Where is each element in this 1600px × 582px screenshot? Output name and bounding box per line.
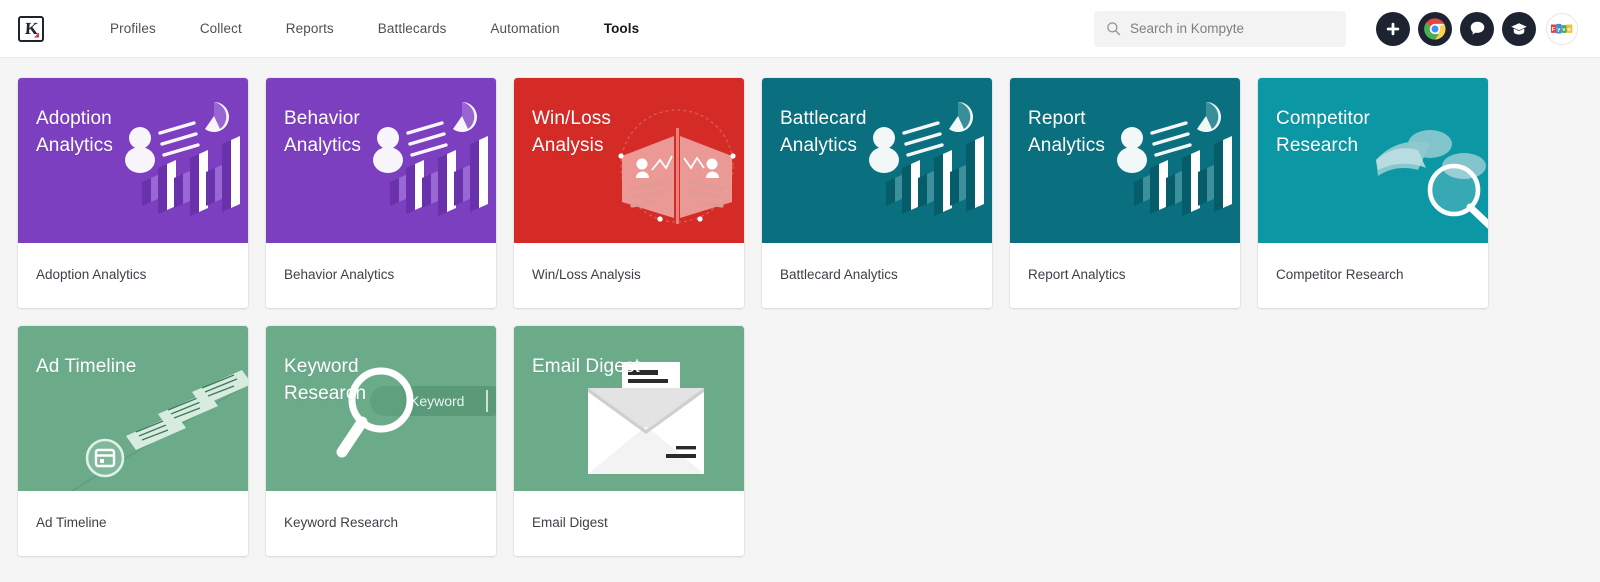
research-illustration: [1258, 78, 1488, 243]
chrome-extension-button[interactable]: [1418, 12, 1452, 46]
tool-card[interactable]: Battlecard Analytics Battlecard Analytics: [762, 78, 992, 308]
analytics-illustration: [266, 78, 496, 243]
svg-text:F: F: [1552, 27, 1556, 33]
global-search[interactable]: [1094, 11, 1346, 47]
tool-card-caption: Competitor Research: [1258, 243, 1488, 308]
tool-card[interactable]: Adoption Analytics Adoption Analytics: [18, 78, 248, 308]
kompyte-logo[interactable]: K: [18, 16, 44, 42]
nav-item-automation[interactable]: Automation: [468, 15, 581, 42]
tool-card-title: Competitor Research: [1276, 106, 1370, 160]
tool-card-title: Battlecard Analytics: [780, 106, 867, 160]
tool-card-caption: Keyword Research: [266, 491, 496, 556]
nav-item-profiles[interactable]: Profiles: [88, 15, 178, 42]
chat-button[interactable]: [1460, 12, 1494, 46]
tool-card-art: Email Digest: [514, 326, 744, 491]
tools-page: Adoption Analytics Adoption Analytics: [0, 58, 1600, 556]
tool-card[interactable]: Competitor Research Competitor Research: [1258, 78, 1488, 308]
tool-card-art: Adoption Analytics: [18, 78, 248, 243]
tool-card[interactable]: Email Digest Email Digest: [514, 326, 744, 556]
keyword-chip-text: Keyword: [410, 393, 464, 409]
keyword-illustration: Keyword: [266, 326, 496, 491]
nav-item-battlecards[interactable]: Battlecards: [356, 15, 469, 42]
tool-card-caption: Battlecard Analytics: [762, 243, 992, 308]
winloss-illustration: [514, 78, 744, 243]
analytics-illustration: [1010, 78, 1240, 243]
tool-card-title: Keyword Research: [284, 354, 366, 408]
tools-card-grid: Adoption Analytics Adoption Analytics: [18, 78, 1582, 556]
header-actions: F y v o: [1094, 11, 1578, 47]
tool-card-art: Ad Timeline: [18, 326, 248, 491]
tool-card-title: Behavior Analytics: [284, 106, 361, 160]
tool-card-title: Report Analytics: [1028, 106, 1105, 160]
tool-card-caption: Email Digest: [514, 491, 744, 556]
nav-item-collect[interactable]: Collect: [178, 15, 264, 42]
tool-card-caption: Ad Timeline: [18, 491, 248, 556]
timeline-illustration: [18, 326, 248, 491]
tool-card-caption: Behavior Analytics: [266, 243, 496, 308]
tool-card-art: Keyword Keyword Research: [266, 326, 496, 491]
graduation-cap-icon: [1510, 20, 1528, 38]
add-button[interactable]: [1376, 12, 1410, 46]
speech-bubble-icon: [1469, 20, 1486, 37]
tool-card-title: Adoption Analytics: [36, 106, 113, 160]
academy-button[interactable]: [1502, 12, 1536, 46]
tool-card-title: Ad Timeline: [36, 354, 136, 381]
tool-card-art: Battlecard Analytics: [762, 78, 992, 243]
chrome-icon: [1424, 18, 1446, 40]
app-header: K ProfilesCollectReportsBattlecardsAutom…: [0, 0, 1600, 58]
tool-card-title: Win/Loss Analysis: [532, 106, 611, 160]
svg-text:o: o: [1567, 27, 1571, 33]
tool-card-art: Behavior Analytics: [266, 78, 496, 243]
tool-card-caption: Win/Loss Analysis: [514, 243, 744, 308]
analytics-illustration: [762, 78, 992, 243]
plus-icon: [1385, 21, 1401, 37]
main-navigation: ProfilesCollectReportsBattlecardsAutomat…: [88, 15, 661, 42]
logo-letter: K: [24, 20, 37, 37]
analytics-illustration: [18, 78, 248, 243]
tool-card[interactable]: Report Analytics Report Analytics: [1010, 78, 1240, 308]
tool-card-caption: Adoption Analytics: [18, 243, 248, 308]
email-illustration: [514, 326, 744, 491]
tool-card[interactable]: Win/Loss Analysis Win/Loss Analysis: [514, 78, 744, 308]
tool-card-art: Competitor Research: [1258, 78, 1488, 243]
nav-item-reports[interactable]: Reports: [264, 15, 356, 42]
tool-card-art: Report Analytics: [1010, 78, 1240, 243]
tool-card-title: Email Digest: [532, 354, 640, 381]
tool-card-caption: Report Analytics: [1010, 243, 1240, 308]
user-avatar[interactable]: F y v o: [1546, 13, 1578, 45]
tool-card[interactable]: Ad Timeline Ad Timeline: [18, 326, 248, 556]
nav-item-tools[interactable]: Tools: [582, 15, 662, 42]
tool-card[interactable]: Behavior Analytics Behavior Analytics: [266, 78, 496, 308]
tool-card-art: Win/Loss Analysis: [514, 78, 744, 243]
avatar-icon: F y v o: [1551, 22, 1573, 36]
search-icon: [1106, 21, 1121, 36]
search-input[interactable]: [1130, 21, 1334, 36]
tool-card[interactable]: Keyword Keyword ResearchKeyword Research: [266, 326, 496, 556]
